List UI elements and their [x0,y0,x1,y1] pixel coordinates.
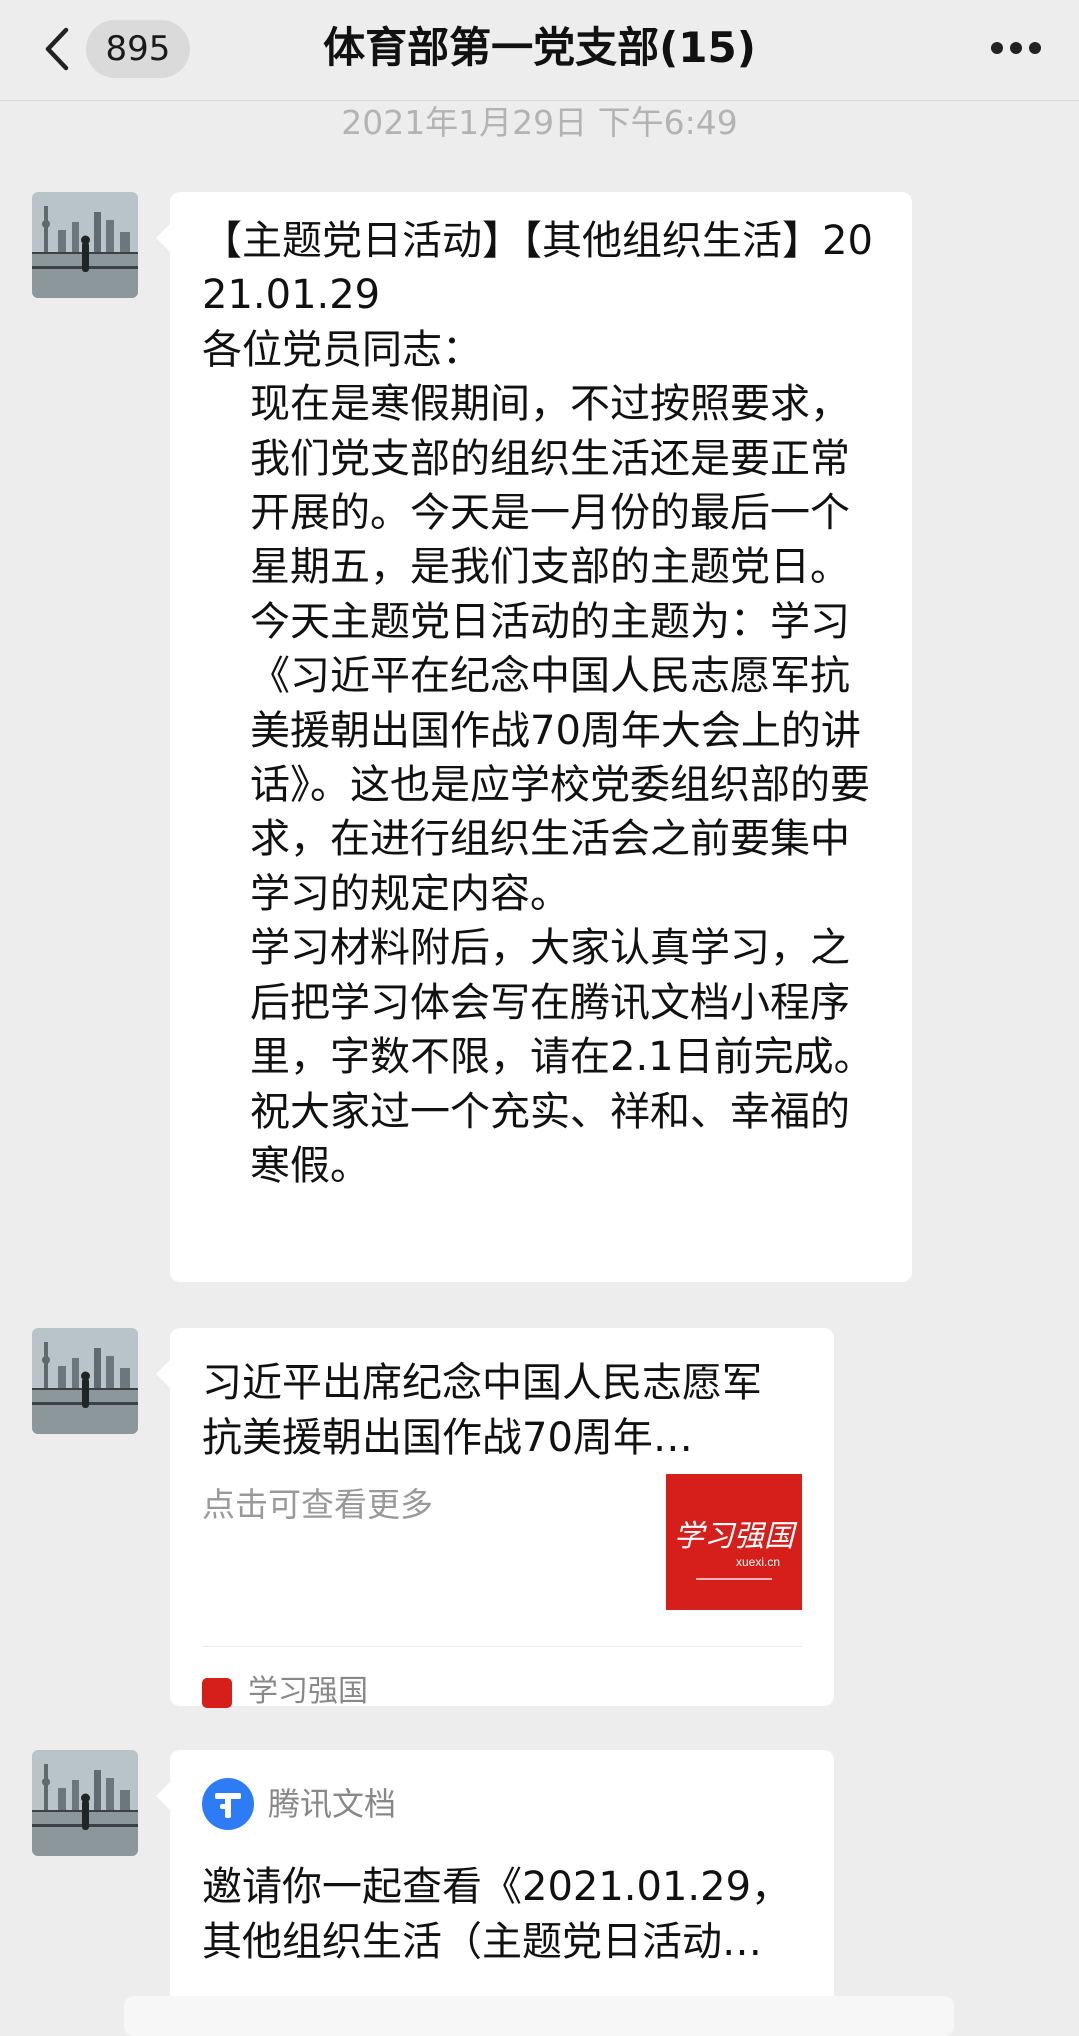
more-options-icon[interactable] [991,42,1041,58]
xuexi-logo-text: 学习强国 [674,1520,798,1553]
card-divider [202,1646,802,1647]
message-paragraph: 祝大家过一个充实、祥和、幸福的寒假。 [250,1088,850,1189]
message-bubble-text[interactable]: 【主题党日活动】【其他组织生活】2021.01.29 各位党员同志： 现在是寒假… [156,192,912,1282]
message-paragraph: 现在是寒假期间，不过按照要求，我们党支部的组织生活还是要正常开展的。今天是一月份… [250,381,870,917]
message-text: 【主题党日活动】【其他组织生活】2021.01.29 各位党员同志： 现在是寒假… [170,192,912,1211]
chat-header: 895 体育部第一党支部(15) [0,0,1079,101]
doc-card-app-name: 腾讯文档 [268,1785,397,1823]
link-card[interactable]: 习近平出席纪念中国人民志愿军抗美援朝出国作战70周年… 点击可查看更多 学习强国… [156,1328,834,1709]
link-card-description: 点击可查看更多 [202,1485,433,1524]
message-paragraph: 各位党员同志： [202,326,482,373]
tencent-docs-icon [202,1778,254,1830]
link-card-source-name: 学习强国 [248,1674,368,1709]
doc-card-title: 邀请你一起查看《2021.01.29，其他组织生活（主题党日活动… [202,1864,792,1965]
sender-avatar[interactable] [32,1328,138,1434]
message-paragraph: 【主题党日活动】【其他组织生活】2021.01.29 [202,218,873,319]
chat-title: 体育部第一党支部(15) [323,23,756,72]
link-card-title: 习近平出席纪念中国人民志愿军抗美援朝出国作战70周年… [202,1360,762,1461]
sender-avatar[interactable] [32,1750,138,1856]
xuexi-app-icon [202,1678,232,1708]
doc-card[interactable]: 腾讯文档 邀请你一起查看《2021.01.29，其他组织生活（主题党日活动… [156,1750,834,2013]
message-paragraph: 学习材料附后，大家认真学习，之后把学习体会写在腾讯文档小程序里，字数不限，请在2… [250,925,874,1081]
input-bar[interactable] [124,1996,954,2036]
xuexi-logo-thumbnail: 学习强国 xuexi.cn [666,1474,802,1610]
xuexi-logo-domain: xuexi.cn [736,1555,780,1569]
sender-avatar[interactable] [32,192,138,298]
message-timestamp: 2021年1月29日 下午6:49 [341,103,738,142]
